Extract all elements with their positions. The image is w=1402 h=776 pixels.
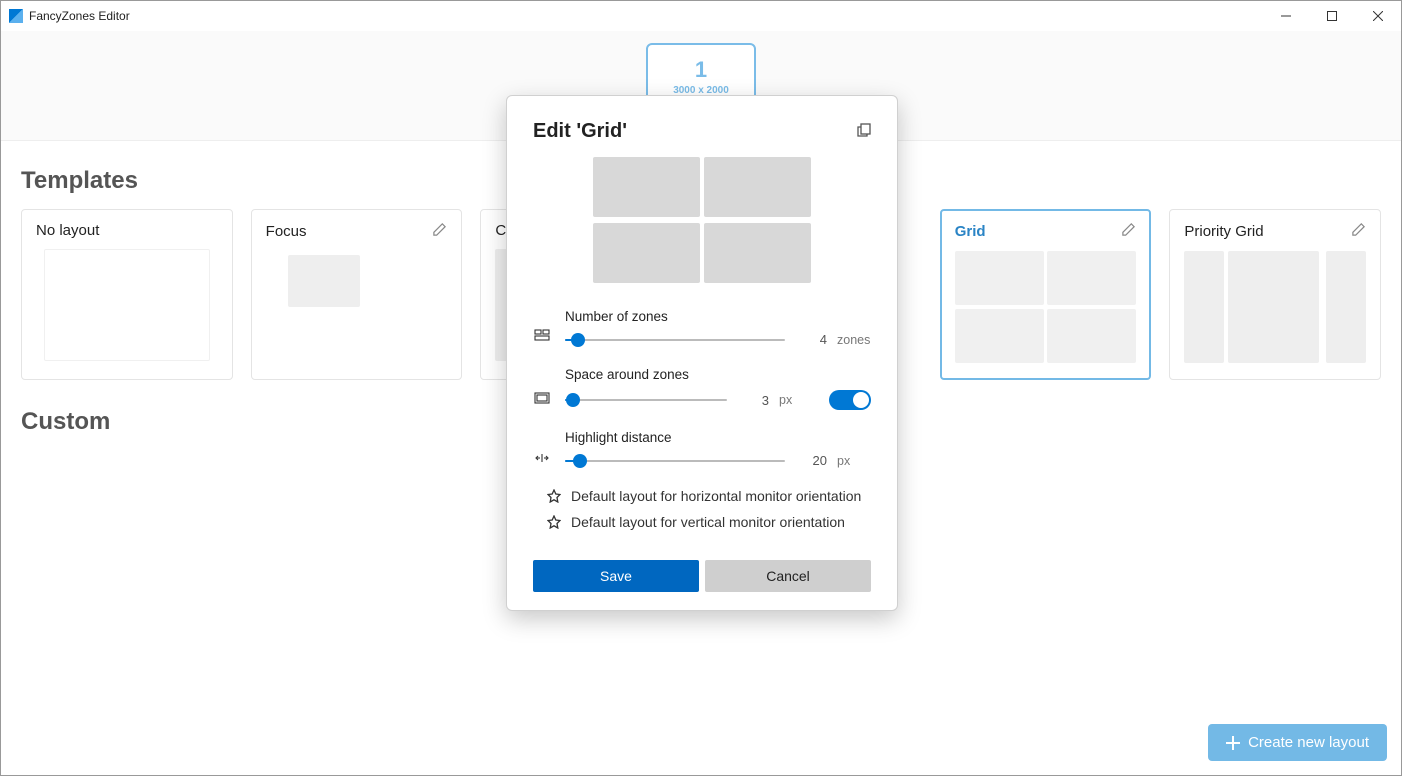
space-value: 3 (737, 393, 769, 408)
template-name: Grid (955, 223, 986, 240)
template-card-focus[interactable]: Focus (251, 209, 463, 380)
monitor-resolution: 3000 x 2000 (673, 85, 729, 96)
create-button-label: Create new layout (1248, 734, 1369, 751)
editor-window: FancyZones Editor 1 3000 x 2000 Template… (0, 0, 1402, 776)
template-card-grid[interactable]: Grid (940, 209, 1152, 380)
plus-icon (1226, 736, 1240, 750)
highlight-icon (533, 432, 551, 466)
save-button[interactable]: Save (533, 560, 699, 592)
zones-setting: Number of zones 4 zones (533, 309, 871, 347)
dialog-title: Edit 'Grid' (533, 120, 627, 143)
zone-preview (1047, 309, 1136, 363)
pencil-icon[interactable] (1351, 222, 1366, 241)
template-card-no-layout[interactable]: No layout (21, 209, 233, 380)
highlight-value: 20 (795, 453, 827, 468)
highlight-unit: px (837, 454, 871, 468)
zone-preview (704, 223, 811, 283)
create-new-layout-button[interactable]: Create new layout (1208, 724, 1387, 761)
zone-preview (1326, 251, 1366, 363)
zones-slider[interactable] (565, 333, 785, 347)
zone-preview (288, 255, 360, 307)
zone-preview (593, 157, 700, 217)
edit-layout-dialog: Edit 'Grid' Number of zones 4 (506, 95, 898, 611)
zone-preview (1228, 251, 1319, 363)
default-horizontal-option[interactable]: Default layout for horizontal monitor or… (547, 488, 871, 504)
zones-label: Number of zones (565, 309, 871, 324)
close-button[interactable] (1355, 1, 1401, 31)
highlight-label: Highlight distance (565, 430, 871, 445)
pencil-icon[interactable] (432, 222, 447, 241)
zones-value: 4 (795, 332, 827, 347)
app-title: FancyZones Editor (29, 9, 130, 23)
space-icon (533, 372, 551, 406)
minimize-button[interactable] (1263, 1, 1309, 31)
space-toggle[interactable] (829, 390, 871, 410)
no-layout-preview (44, 249, 210, 361)
space-setting: Space around zones 3 px (533, 367, 871, 410)
zone-preview (955, 251, 1044, 305)
dialog-layout-preview (533, 157, 871, 289)
highlight-slider[interactable] (565, 454, 785, 468)
template-name: No layout (36, 222, 99, 239)
zone-preview (1184, 251, 1224, 363)
zones-icon (533, 311, 551, 345)
star-icon (547, 515, 561, 529)
copy-icon[interactable] (857, 123, 871, 140)
monitor-index: 1 (695, 57, 707, 83)
zone-preview (1047, 251, 1136, 305)
template-name: Focus (266, 223, 307, 240)
star-icon (547, 489, 561, 503)
highlight-setting: Highlight distance 20 px (533, 430, 871, 468)
titlebar: FancyZones Editor (1, 1, 1401, 31)
zone-preview (704, 157, 811, 217)
default-vertical-option[interactable]: Default layout for vertical monitor orie… (547, 514, 871, 530)
space-unit: px (779, 393, 813, 407)
zone-preview (955, 309, 1044, 363)
zone-preview (593, 223, 700, 283)
pencil-icon[interactable] (1121, 222, 1136, 241)
app-logo-icon (9, 9, 23, 23)
space-label: Space around zones (565, 367, 871, 382)
maximize-button[interactable] (1309, 1, 1355, 31)
zones-unit: zones (837, 333, 871, 347)
space-slider[interactable] (565, 393, 727, 407)
template-name: Priority Grid (1184, 223, 1263, 240)
template-card-priority-grid[interactable]: Priority Grid (1169, 209, 1381, 380)
cancel-button[interactable]: Cancel (705, 560, 871, 592)
